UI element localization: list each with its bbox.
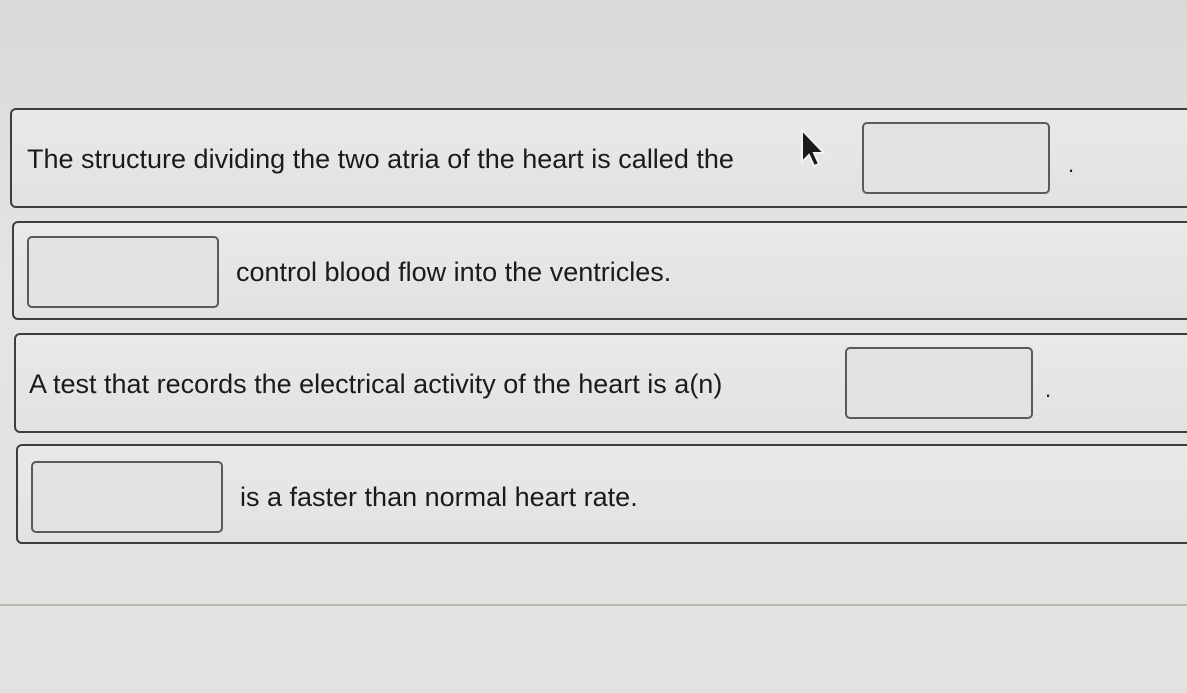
mouse-pointer-icon	[801, 128, 827, 168]
question-3-period: .	[1045, 377, 1052, 402]
answer-blank-1[interactable]	[862, 122, 1050, 194]
question-4-text: is a faster than normal heart rate.	[240, 482, 638, 512]
answer-blank-4[interactable]	[31, 461, 223, 533]
question-3-text: A test that records the electrical activ…	[29, 369, 723, 399]
answer-blank-3[interactable]	[845, 347, 1033, 419]
answer-blank-2[interactable]	[27, 236, 219, 308]
question-2-text: control blood flow into the ventricles.	[236, 257, 672, 287]
question-1-text: The structure dividing the two atria of …	[27, 144, 734, 174]
question-card-3: A test that records the electrical activ…	[14, 333, 1187, 433]
divider-line	[0, 604, 1187, 606]
question-card-4: is a faster than normal heart rate.	[16, 444, 1187, 544]
question-card-1: The structure dividing the two atria of …	[10, 108, 1187, 208]
question-1-period: .	[1068, 152, 1075, 177]
question-card-2: control blood flow into the ventricles.	[12, 221, 1187, 320]
